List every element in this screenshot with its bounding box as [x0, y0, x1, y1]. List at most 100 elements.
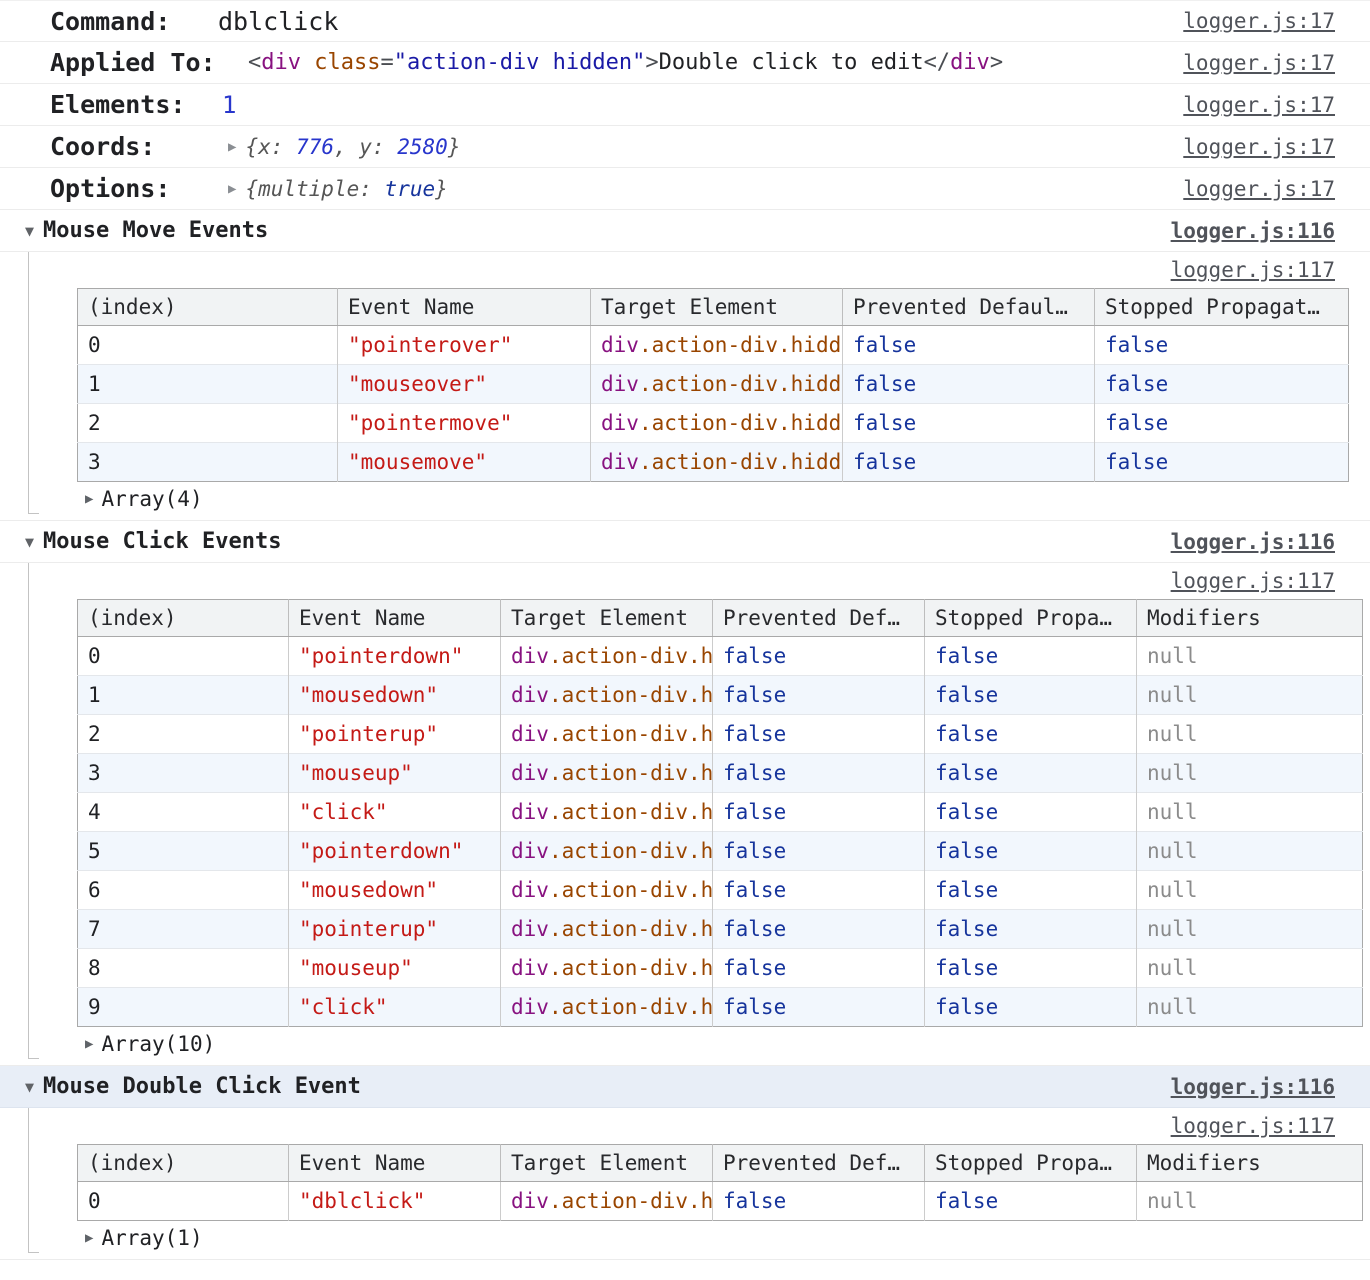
syntax-token: "pointerup" [299, 917, 438, 941]
column-header-prevented[interactable]: Prevented Def… [713, 1145, 925, 1182]
source-link[interactable]: logger.js:116 [1171, 219, 1335, 243]
cell-target: div.action-div.hidden [501, 871, 713, 910]
column-header-event[interactable]: Event Name [289, 1145, 501, 1182]
source-link[interactable]: logger.js:17 [1183, 177, 1335, 201]
syntax-token: div [511, 761, 549, 785]
column-header-event[interactable]: Event Name [289, 600, 501, 637]
expand-triangle-icon[interactable]: ▶ [85, 1036, 93, 1052]
cell-stopped: false [925, 715, 1137, 754]
cell-index: 5 [78, 832, 289, 871]
log-label: Elements: [50, 90, 218, 119]
syntax-token: false [723, 644, 786, 668]
cell-prevented: false [713, 988, 925, 1027]
source-link[interactable]: logger.js:17 [1183, 51, 1335, 75]
array-preview[interactable]: ▶ Array(1) [85, 1221, 1370, 1255]
column-header-stopped[interactable]: Stopped Propa… [925, 600, 1137, 637]
syntax-token: false [723, 995, 786, 1019]
log-label: Coords: [50, 132, 218, 161]
syntax-token-prop: x [258, 135, 271, 159]
cell-event: "pointerdown" [289, 637, 501, 676]
table-row: 5"pointerdown"div.action-div.hiddenfalse… [78, 832, 1363, 871]
column-header-index[interactable]: (index) [78, 1145, 289, 1182]
syntax-token-punct [301, 50, 314, 75]
collapse-triangle-icon[interactable]: ▼ [25, 1078, 34, 1096]
cell-stopped: false [925, 949, 1137, 988]
column-header-stopped[interactable]: Stopped Propagat… [1095, 289, 1349, 326]
source-link[interactable]: logger.js:117 [1171, 569, 1335, 593]
column-header-event[interactable]: Event Name [338, 289, 591, 326]
column-header-stopped[interactable]: Stopped Propa… [925, 1145, 1137, 1182]
syntax-token: .action-div.hidden [549, 917, 713, 941]
column-header-prevented[interactable]: Prevented Def… [713, 600, 925, 637]
cell-stopped: false [1095, 326, 1349, 365]
syntax-token: .action-div.hidden [639, 411, 843, 435]
source-link[interactable]: logger.js:116 [1171, 530, 1335, 554]
syntax-token: .action-div.hidden [549, 800, 713, 824]
cell-stopped: false [925, 871, 1137, 910]
object-preview[interactable]: {multiple: true} [245, 177, 447, 201]
cell-event: "pointerup" [289, 715, 501, 754]
syntax-token: 1 [88, 372, 101, 396]
syntax-token: div [601, 333, 639, 357]
syntax-token: 3 [88, 761, 101, 785]
group-header[interactable]: ▼ Mouse Double Click Event logger.js:116 [0, 1066, 1370, 1108]
column-header-index[interactable]: (index) [78, 289, 338, 326]
syntax-token: div [601, 450, 639, 474]
column-header-modifiers[interactable]: Modifiers [1137, 1145, 1363, 1182]
syntax-token: null [1147, 644, 1198, 668]
group-header[interactable]: ▼ Mouse Click Events logger.js:116 [0, 521, 1370, 563]
array-preview[interactable]: ▶ Array(10) [85, 1027, 1370, 1061]
source-link[interactable]: logger.js:17 [1183, 135, 1335, 159]
cell-event: "pointermove" [338, 404, 591, 443]
expand-triangle-icon[interactable]: ▶ [85, 491, 93, 507]
syntax-token: 0 [88, 644, 101, 668]
array-preview[interactable]: ▶ Array(4) [85, 482, 1370, 516]
expand-triangle-icon[interactable]: ▶ [228, 181, 236, 197]
column-header-prevented[interactable]: Prevented Defaul… [843, 289, 1095, 326]
cell-stopped: false [1095, 365, 1349, 404]
array-preview-label: Array(1) [101, 1226, 202, 1250]
source-link[interactable]: logger.js:17 [1183, 9, 1335, 33]
source-link[interactable]: logger.js:117 [1171, 1114, 1335, 1138]
syntax-token-val: "action-div hidden" [394, 50, 646, 75]
collapse-triangle-icon[interactable]: ▼ [25, 222, 34, 240]
column-header-index[interactable]: (index) [78, 600, 289, 637]
cell-index: 2 [78, 715, 289, 754]
syntax-token: false [935, 878, 998, 902]
group-header[interactable]: ▼ Mouse Move Events logger.js:116 [0, 210, 1370, 252]
table-row: 9"click"div.action-div.hiddenfalsefalsen… [78, 988, 1363, 1027]
expand-triangle-icon[interactable]: ▶ [85, 1230, 93, 1246]
syntax-token: null [1147, 839, 1198, 863]
object-preview[interactable]: {x: 776, y: 2580} [245, 135, 460, 159]
table-header-row: (index)Event NameTarget ElementPrevented… [78, 289, 1349, 326]
column-header-target[interactable]: Target Element [501, 600, 713, 637]
cell-target: div.action-div.hidden [591, 365, 843, 404]
cell-prevented: false [713, 949, 925, 988]
syntax-token: "pointerup" [299, 722, 438, 746]
column-header-target[interactable]: Target Element [591, 289, 843, 326]
source-link[interactable]: logger.js:17 [1183, 93, 1335, 117]
table-log-row: logger.js:117 [77, 563, 1370, 599]
syntax-token: null [1147, 995, 1198, 1019]
cell-modifiers: null [1137, 910, 1363, 949]
console-group-mouse-move: ▼ Mouse Move Events logger.js:116 logger… [0, 210, 1370, 521]
cell-stopped: false [925, 910, 1137, 949]
source-link[interactable]: logger.js:116 [1171, 1075, 1335, 1099]
expand-triangle-icon[interactable]: ▶ [228, 139, 236, 155]
cell-event: "pointerup" [289, 910, 501, 949]
collapse-triangle-icon[interactable]: ▼ [25, 533, 34, 551]
column-header-target[interactable]: Target Element [501, 1145, 713, 1182]
syntax-token: .action-div.hidden [549, 878, 713, 902]
source-link[interactable]: logger.js:117 [1171, 258, 1335, 282]
syntax-token: div [601, 372, 639, 396]
syntax-token: false [723, 800, 786, 824]
syntax-token: false [935, 839, 998, 863]
syntax-token: div [511, 722, 549, 746]
syntax-token: div [511, 1189, 549, 1213]
syntax-token: 0 [88, 333, 101, 357]
column-header-modifiers[interactable]: Modifiers [1137, 600, 1363, 637]
syntax-token: 0 [88, 1189, 101, 1213]
element-preview[interactable]: <div class="action-div hidden">Double cl… [248, 50, 1003, 75]
table-log-row: logger.js:117 [77, 252, 1370, 288]
syntax-token: false [853, 450, 916, 474]
